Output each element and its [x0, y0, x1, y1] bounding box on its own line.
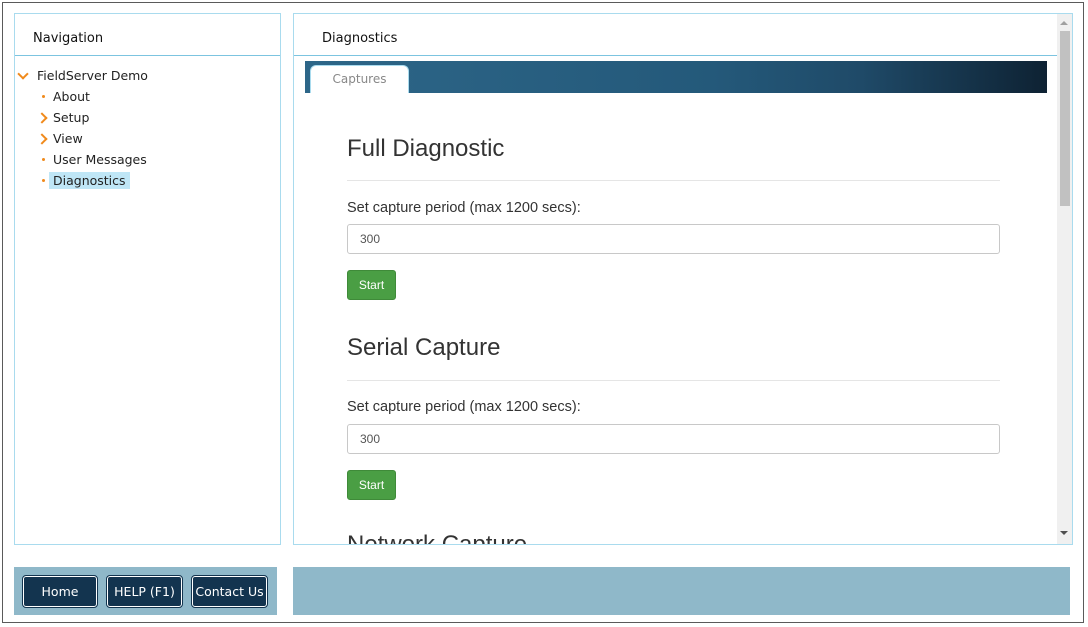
bullet-icon	[42, 95, 45, 98]
tree-item-diagnostics[interactable]: Diagnostics	[49, 172, 130, 189]
bullet-icon	[42, 179, 45, 182]
tree-item-setup[interactable]: Setup	[53, 110, 89, 125]
full-diagnostic-start-button[interactable]: Start	[347, 270, 396, 300]
tree-item-view[interactable]: View	[53, 131, 83, 146]
serial-capture-label: Set capture period (max 1200 secs):	[347, 399, 581, 415]
tab-captures[interactable]: Captures	[310, 65, 409, 93]
serial-capture-heading: Serial Capture	[347, 334, 501, 361]
chevron-down-icon[interactable]	[17, 68, 29, 80]
diagnostics-panel: Diagnostics Captures Full Diagnostic Set…	[293, 13, 1073, 545]
chevron-right-icon[interactable]	[36, 133, 48, 145]
scroll-down-icon[interactable]	[1060, 531, 1068, 535]
tree-item-fieldserver-demo[interactable]: FieldServer Demo	[37, 68, 148, 83]
home-button[interactable]: Home	[22, 575, 98, 608]
navigation-title: Navigation	[15, 14, 280, 56]
full-diagnostic-label: Set capture period (max 1200 secs):	[347, 200, 581, 216]
scrollbar-thumb[interactable]	[1060, 31, 1070, 206]
bullet-icon	[42, 158, 45, 161]
scroll-up-icon[interactable]	[1060, 21, 1068, 25]
serial-capture-start-button[interactable]: Start	[347, 470, 396, 500]
tab-strip: Captures	[305, 61, 1047, 93]
footer-button-bar: Home HELP (F1) Contact Us	[14, 567, 277, 615]
full-diagnostic-heading: Full Diagnostic	[347, 135, 505, 162]
navigation-panel: Navigation FieldServer Demo About Setup …	[14, 13, 281, 545]
help-button[interactable]: HELP (F1)	[106, 575, 183, 608]
full-diagnostic-period-input[interactable]: 300	[347, 224, 1000, 254]
contact-us-button[interactable]: Contact Us	[191, 575, 268, 608]
tree-item-about[interactable]: About	[53, 89, 90, 104]
chevron-right-icon[interactable]	[36, 112, 48, 124]
footer-status-bar	[293, 567, 1070, 615]
section-divider	[347, 180, 1000, 181]
tree-item-user-messages[interactable]: User Messages	[53, 152, 147, 167]
diagnostics-title: Diagnostics	[294, 14, 1059, 56]
network-capture-heading: Network Capture	[347, 531, 528, 545]
section-divider	[347, 380, 1000, 381]
serial-capture-period-input[interactable]: 300	[347, 424, 1000, 454]
vertical-scrollbar[interactable]	[1057, 14, 1072, 544]
